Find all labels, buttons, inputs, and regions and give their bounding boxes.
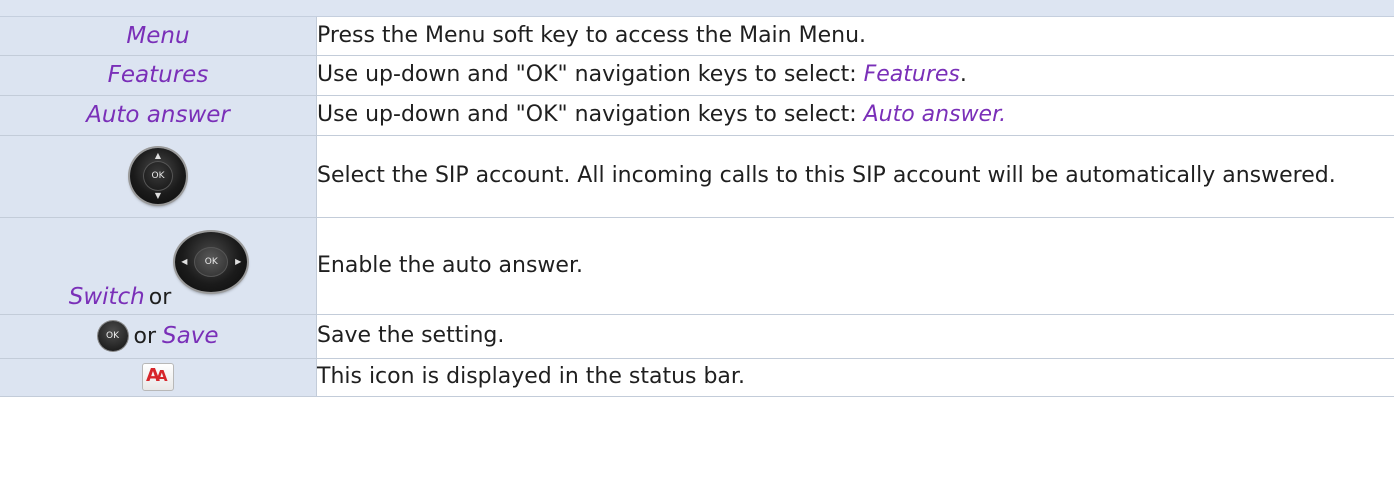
step-key-cell: Switch or ◀ OK ▶ [0,217,317,315]
switch-keyword: Switch [68,283,145,310]
procedure-table: Menu Press the Menu soft key to access t… [0,17,1394,397]
step-key-cell: Features [0,55,317,96]
step-description: Select the SIP account. All incoming cal… [316,135,1394,218]
table-row: ▲ OK ▼ Select the SIP account. All incom… [0,135,1394,218]
step-description: Use up-down and "OK" navigation keys to … [316,95,1394,136]
step-text: This icon is displayed in the status bar… [317,364,745,389]
step-text: Select the SIP account. All incoming cal… [317,163,1336,188]
step-text-end: . [959,62,967,87]
navigation-key-up-down-icon: ▲ OK ▼ [130,148,186,204]
step-text: Enable the auto answer. [317,252,583,278]
step-key-cell: AA [0,358,317,397]
auto-answer-inline-keyword: Auto answer. [863,102,1007,127]
table-row: Features Use up-down and "OK" navigation… [0,55,1394,96]
step-description: Use up-down and "OK" navigation keys to … [316,55,1394,96]
auto-answer-status-icon: AA [142,363,174,391]
step-key-cell: OK or Save [0,314,317,359]
ok-center-label: OK [194,246,229,277]
arrow-left-icon: ◀ [181,256,188,266]
step-text: Press the Menu soft key to access the Ma… [317,22,867,48]
or-text: or [133,323,157,349]
arrow-right-icon: ▶ [235,256,242,266]
save-keyword: Save [162,323,219,349]
step-key-cell: ▲ OK ▼ [0,135,317,218]
step-text: Save the setting. [317,323,505,348]
table-header-strip [0,0,1394,17]
step-key-cell: Menu [0,17,317,56]
menu-keyword: Menu [126,22,190,49]
arrow-up-icon: ▲ [154,151,162,160]
table-row: Auto answer Use up-down and "OK" navigat… [0,95,1394,136]
arrow-down-icon: ▼ [154,191,162,200]
or-text: or [148,284,172,310]
step-description: Save the setting. [316,314,1394,359]
auto-answer-keyword: Auto answer [86,102,230,128]
step-description: This icon is displayed in the status bar… [316,358,1394,397]
features-inline-keyword: Features [863,62,960,87]
navigation-key-left-right-icon: ◀ OK ▶ [175,231,248,292]
ok-key-icon: OK [97,321,128,351]
features-keyword: Features [107,62,209,88]
table-row: OK or Save Save the setting. [0,314,1394,359]
step-key-cell: Auto answer [0,95,317,136]
table-row: AA This icon is displayed in the status … [0,358,1394,397]
step-description: Enable the auto answer. [316,217,1394,315]
table-row: Switch or ◀ OK ▶ Enable the auto answer. [0,217,1394,315]
ok-center-label: OK [143,161,173,191]
step-description: Press the Menu soft key to access the Ma… [316,17,1394,56]
step-text: Use up-down and "OK" navigation keys to … [317,102,864,127]
table-row: Menu Press the Menu soft key to access t… [0,17,1394,56]
step-text: Use up-down and "OK" navigation keys to … [317,62,864,87]
